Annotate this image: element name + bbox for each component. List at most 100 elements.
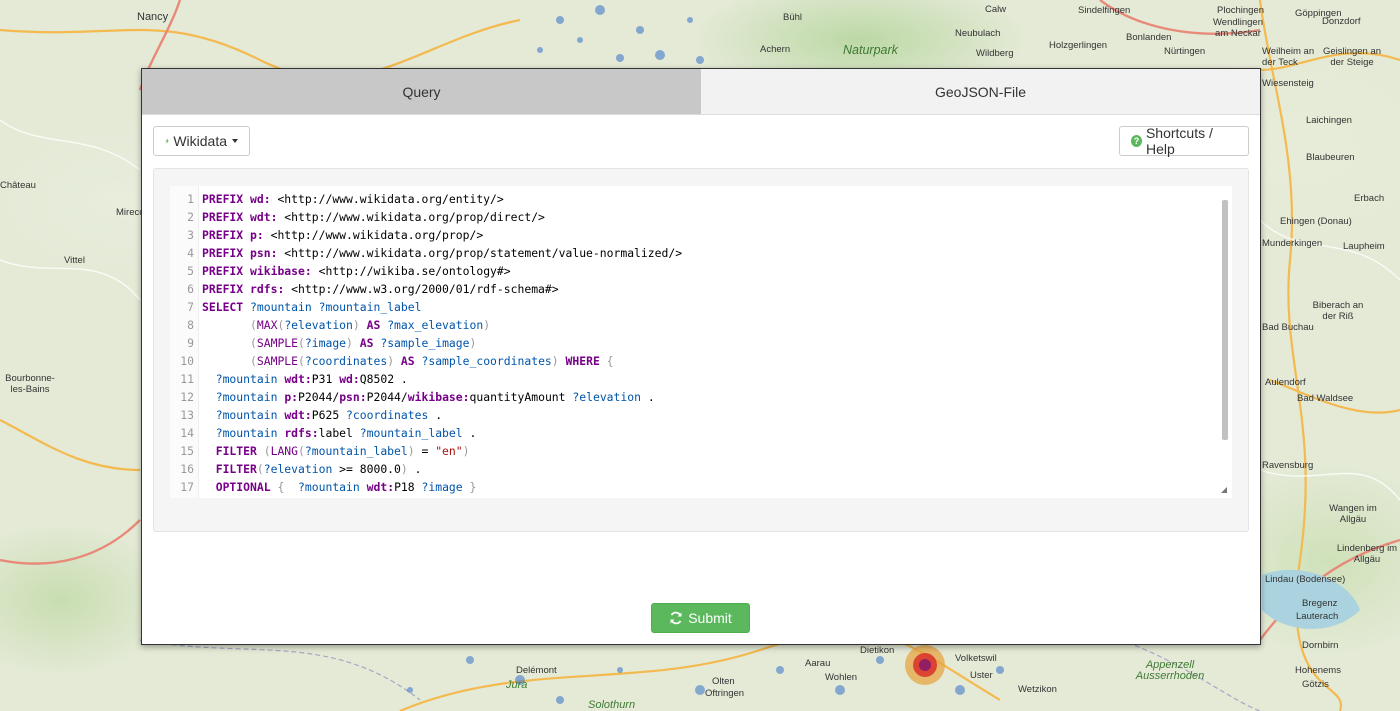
line-number: 16 [180,462,194,476]
code-token: AS [366,318,381,332]
code-line[interactable]: 15 FILTER (LANG(?mountain_label) = "en") [170,442,682,460]
code-line[interactable]: 7 SELECT ?mountain ?mountain_label [170,298,682,316]
code-line[interactable]: 2 PREFIX wdt: <http://www.wikidata.org/pr… [170,208,682,226]
line-number: 5 [187,264,194,278]
line-number: 7 [187,300,194,314]
code-line[interactable]: 13 ?mountain wdt:P625 ?coordinates . [170,406,682,424]
query-dialog: Query GeoJSON-File Wikidata ? Shortcuts … [141,68,1261,645]
resize-handle-icon[interactable] [1221,487,1227,493]
map-place-label: Wohlen [825,672,858,683]
map-place-label: Wangen im Allgäu [1329,503,1377,525]
code-line[interactable]: 3 PREFIX p: <http://www.wikidata.org/prop… [170,226,682,244]
endpoint-dropdown-button[interactable]: Wikidata [153,126,250,156]
code-token: ) [407,444,415,458]
map-place-label: Holzgerlingen [1049,40,1108,51]
map-place-label: Dornbirn [1302,640,1339,651]
map-place-label: Delémont [516,665,557,676]
code-token: . [428,408,443,422]
line-number: 2 [187,210,194,224]
code-line[interactable]: 12 ?mountain p:P2044/psn:P2044/wikibase:… [170,388,682,406]
code-token: ?mountain [215,426,278,440]
code-token: P31 [311,372,340,386]
code-token: . [407,462,422,476]
code-line[interactable]: 8 (MAX(?elevation) AS ?max_elevation) [170,316,682,334]
map-place-label: Donzdorf [1322,16,1361,27]
code-token: wd: [250,192,271,206]
code-token: PREFIX [202,246,244,260]
code-line[interactable]: 14 ?mountain rdfs:label ?mountain_label … [170,424,682,442]
code-token: label [318,426,360,440]
code-token: FILTER [215,444,257,458]
code-token: PREFIX [202,210,244,224]
code-token: wdt: [284,408,312,422]
code-token: PREFIX [202,228,244,242]
code-token: <http://www.wikidata.org/entity/> [270,192,504,206]
code-token: PREFIX [202,264,244,278]
map-place-label: Bonlanden [1126,32,1172,43]
editor-scrollbar[interactable] [1222,200,1228,440]
code-token: ?coordinates [346,408,429,422]
code-line[interactable]: 17 OPTIONAL { ?mountain wdt:P18 ?image } [170,478,682,496]
map-place-label: Naturpark [843,43,898,57]
code-token: = [414,444,436,458]
code-token: psn: [339,390,367,404]
code-token: wdt: [250,210,278,224]
map-place-label: Bourbonne-les-Bains [5,373,55,395]
code-token: SAMPLE [256,336,299,350]
code-token: ) [400,462,408,476]
code-token: } [469,480,477,494]
code-line[interactable]: 5 PREFIX wikibase: <http://wikiba.se/onto… [170,262,682,280]
code-token: <http://wikiba.se/ontology#> [311,264,511,278]
map-place-label: Vittel [64,255,85,266]
code-token: P2044/ [298,390,340,404]
code-token: p: [284,390,299,404]
code-line[interactable]: 10 (SAMPLE(?coordinates) AS ?sample_coor… [170,352,682,370]
line-number: 13 [180,408,194,422]
code-token: { [606,354,614,368]
map-place-label: Château [0,180,36,191]
code-token: ) [469,336,477,350]
submit-button[interactable]: Submit [651,603,750,633]
code-token: ?mountain_label [304,444,408,458]
tab-geojson-file[interactable]: GeoJSON-File [701,69,1260,114]
sparql-editor[interactable]: 1 PREFIX wd: <http://www.wikidata.org/ent… [170,186,1232,498]
shortcuts-help-button[interactable]: ? Shortcuts / Help [1119,125,1249,157]
code-token: P18 [394,480,422,494]
code-token: >= 8000.0 [332,462,401,476]
code-line[interactable]: 11 ?mountain wdt:P31 wd:Q8502 . [170,370,682,388]
code-token: psn: [250,246,278,260]
code-token: wdt: [366,480,395,494]
code-token: <http://www.w3.org/2000/01/rdf-schema#> [284,282,559,296]
code-line[interactable]: 9 (SAMPLE(?image) AS ?sample_image) [170,334,682,352]
code-line[interactable]: 1 PREFIX wd: <http://www.wikidata.org/ent… [170,190,682,208]
code-line[interactable]: 16 FILTER(?elevation >= 8000.0) . [170,460,682,478]
question-circle-icon: ? [1131,135,1142,147]
code-token: SAMPLE [256,354,299,368]
code-area[interactable]: 1 PREFIX wd: <http://www.wikidata.org/ent… [170,190,682,496]
code-line[interactable]: 6 PREFIX rdfs: <http://www.w3.org/2000/01… [170,280,682,298]
line-number: 12 [180,390,194,404]
line-number: 11 [180,372,194,386]
code-token: . [462,426,477,440]
tab-query[interactable]: Query [142,69,701,114]
code-token: ( [250,318,257,332]
map-place-label: Dietikon [860,645,895,656]
map-place-label: Uster [970,670,993,681]
map-place-label: Geislingen an der Steige [1322,46,1382,68]
code-token: ?sample_image [380,336,470,350]
code-line[interactable]: 4 PREFIX psn: <http://www.wikidata.org/pr… [170,244,682,262]
